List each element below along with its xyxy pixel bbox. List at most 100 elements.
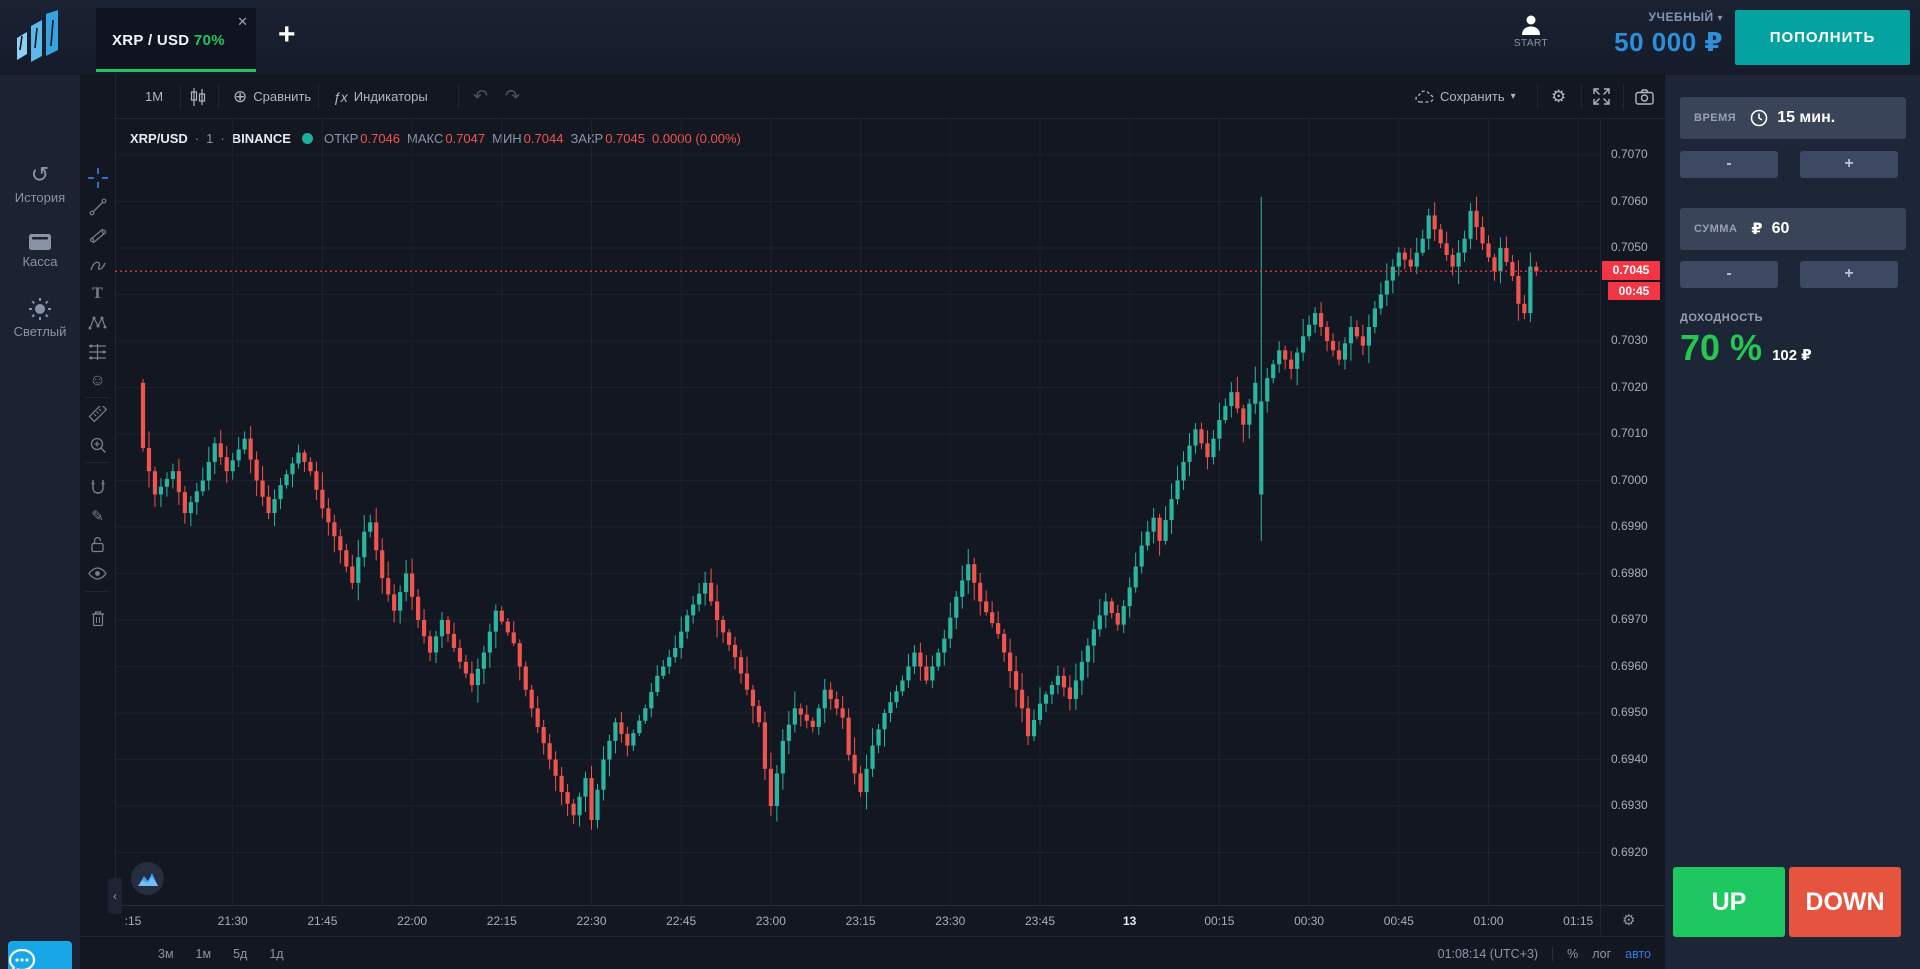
time-field[interactable]: ВРЕМЯ 15 мин. bbox=[1680, 97, 1906, 139]
time-tick: 22:30 bbox=[562, 914, 622, 928]
xabcd-pattern-tool[interactable] bbox=[86, 311, 109, 334]
time-tick: :15 bbox=[103, 914, 163, 928]
lock-icon bbox=[90, 536, 105, 553]
range-3m[interactable]: 3м bbox=[158, 947, 174, 961]
watermark-logo-icon bbox=[138, 872, 158, 886]
time-tick: 00:45 bbox=[1369, 914, 1429, 928]
time-tick: 13 bbox=[1100, 914, 1160, 928]
drawing-mode-tool[interactable]: ✎ bbox=[86, 504, 109, 527]
balance-block: УЧЕБНЫЙ ▾ 50 000 ₽ bbox=[1560, 10, 1723, 58]
time-tick: 21:30 bbox=[203, 914, 263, 928]
save-layout-button[interactable]: Сохранить ▾ bbox=[1415, 75, 1516, 118]
sidebar-item-cashier[interactable]: Касса bbox=[0, 231, 80, 269]
price-tick: 0.7010 bbox=[1611, 426, 1648, 440]
tab-symbol: XRP / USD 70% bbox=[112, 32, 225, 49]
prediction-tool[interactable] bbox=[86, 340, 109, 363]
tab-close-icon[interactable]: ✕ bbox=[237, 14, 248, 30]
chart-style-button[interactable] bbox=[190, 75, 206, 118]
history-icon: ↺ bbox=[0, 163, 80, 187]
account-menu[interactable]: START bbox=[1506, 14, 1556, 49]
add-tab-button[interactable]: + bbox=[278, 18, 296, 52]
compare-button[interactable]: ⊕ Сравнить bbox=[233, 75, 311, 118]
collapse-toolbar-handle[interactable]: ‹ bbox=[108, 878, 122, 914]
candlestick-plot[interactable] bbox=[115, 118, 1600, 905]
time-scale[interactable]: :1521:3021:4522:0022:1522:3022:4523:0023… bbox=[115, 905, 1665, 937]
amount-decrease-button[interactable]: - bbox=[1680, 261, 1778, 288]
amount-value: 60 bbox=[1772, 220, 1790, 238]
range-1m[interactable]: 1м bbox=[196, 947, 212, 961]
pencil-icon: ✎ bbox=[91, 507, 104, 525]
time-label: ВРЕМЯ bbox=[1694, 112, 1736, 124]
price-tick: 0.7030 bbox=[1611, 333, 1648, 347]
time-tick: 00:15 bbox=[1189, 914, 1249, 928]
magnet-tool[interactable] bbox=[86, 475, 109, 498]
drawing-toolbar: T ☺ bbox=[80, 75, 116, 905]
start-label: START bbox=[1506, 38, 1556, 49]
ruler-icon bbox=[88, 406, 107, 425]
gann-fib-tool[interactable] bbox=[86, 224, 109, 247]
time-tick: 23:30 bbox=[920, 914, 980, 928]
xabcd-icon bbox=[88, 315, 107, 331]
amount-label: СУММА bbox=[1694, 223, 1737, 235]
chat-bubble-icon bbox=[8, 949, 36, 969]
amount-field[interactable]: СУММА ₽ 60 bbox=[1680, 208, 1906, 250]
price-tick: 0.6930 bbox=[1611, 798, 1648, 812]
up-button[interactable]: UP bbox=[1673, 867, 1785, 937]
chart-toolbar: 1M ⊕ Сравнить ƒx Индикаторы ↶ ↷ С bbox=[115, 75, 1665, 119]
sidebar-item-theme[interactable]: Светлый bbox=[0, 297, 80, 339]
account-type-dropdown[interactable]: УЧЕБНЫЙ ▾ bbox=[1560, 10, 1723, 24]
trend-line-icon bbox=[89, 198, 107, 216]
cloud-icon bbox=[1415, 90, 1434, 103]
emoji-tool[interactable]: ☺ bbox=[86, 369, 109, 392]
last-price-label: 0.7045 bbox=[1602, 261, 1660, 280]
lock-drawings-tool[interactable] bbox=[86, 533, 109, 556]
hide-drawings-tool[interactable] bbox=[86, 562, 109, 585]
trend-line-tool[interactable] bbox=[86, 195, 109, 218]
deposit-button[interactable]: ПОПОЛНИТЬ bbox=[1735, 10, 1910, 65]
fullscreen-button[interactable] bbox=[1593, 75, 1610, 118]
auto-scale-toggle[interactable]: авто bbox=[1625, 947, 1651, 961]
down-button[interactable]: DOWN bbox=[1789, 867, 1901, 937]
chart-settings-button[interactable]: ⚙ bbox=[1551, 75, 1566, 118]
range-5d[interactable]: 5д bbox=[233, 947, 247, 961]
divider bbox=[1552, 947, 1553, 961]
percent-scale-toggle[interactable]: % bbox=[1567, 947, 1578, 961]
measure-tool[interactable] bbox=[86, 404, 109, 427]
snapshot-button[interactable] bbox=[1635, 75, 1654, 118]
remove-drawings-tool[interactable] bbox=[86, 607, 109, 630]
price-tick: 0.6950 bbox=[1611, 705, 1648, 719]
interval-button[interactable]: 1M bbox=[145, 75, 163, 118]
sidebar: ↺ История Касса Светлый bbox=[0, 75, 80, 969]
chart-watermark[interactable] bbox=[131, 862, 164, 895]
range-1d[interactable]: 1д bbox=[269, 947, 283, 961]
eye-icon bbox=[88, 567, 107, 580]
price-scale[interactable]: 0.70700.70600.70500.70300.70200.70100.70… bbox=[1600, 118, 1666, 935]
clock-utc[interactable]: 01:08:14 (UTC+3) bbox=[1438, 947, 1538, 961]
undo-button[interactable]: ↶ bbox=[473, 75, 488, 118]
candles-icon bbox=[190, 88, 206, 106]
price-tick: 0.7000 bbox=[1611, 473, 1648, 487]
brush-tool[interactable] bbox=[86, 253, 109, 276]
time-tick: 22:45 bbox=[651, 914, 711, 928]
time-decrease-button[interactable]: - bbox=[1680, 151, 1778, 178]
text-tool[interactable]: T bbox=[86, 282, 109, 305]
log-scale-toggle[interactable]: лог bbox=[1592, 947, 1611, 961]
indicators-button[interactable]: ƒx Индикаторы bbox=[333, 75, 428, 118]
time-increase-button[interactable]: + bbox=[1800, 151, 1898, 178]
price-tick: 0.7070 bbox=[1611, 147, 1648, 161]
save-caret-icon: ▾ bbox=[1511, 91, 1516, 102]
crosshair-tool[interactable] bbox=[86, 166, 109, 189]
scale-settings-icon[interactable]: ⚙ bbox=[1622, 911, 1635, 929]
zoom-in-tool[interactable] bbox=[86, 433, 109, 456]
time-tick: 22:00 bbox=[382, 914, 442, 928]
sidebar-item-history[interactable]: ↺ История bbox=[0, 163, 80, 205]
time-value: 15 мин. bbox=[1777, 109, 1835, 127]
sun-icon bbox=[28, 297, 52, 321]
tab-xrp-usd[interactable]: XRP / USD 70% ✕ bbox=[96, 8, 256, 72]
brush-icon bbox=[89, 257, 107, 273]
time-tick: 23:45 bbox=[1010, 914, 1070, 928]
redo-button[interactable]: ↷ bbox=[505, 75, 520, 118]
price-tick: 0.6920 bbox=[1611, 845, 1648, 859]
amount-increase-button[interactable]: + bbox=[1800, 261, 1898, 288]
help-button[interactable]: помощь bbox=[8, 941, 72, 969]
